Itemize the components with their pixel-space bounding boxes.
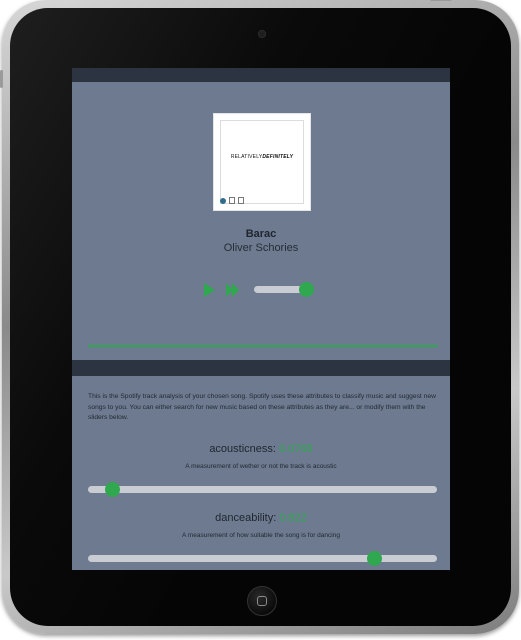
section-bar <box>72 360 450 376</box>
top-button <box>430 0 452 1</box>
album-cover-text: RELATIVELYDEFINITELY <box>214 154 310 160</box>
play-icon[interactable] <box>204 283 215 297</box>
player-controls <box>204 282 324 298</box>
attribute-value: 0.822 <box>279 512 307 524</box>
acousticness-slider-track[interactable] <box>88 486 437 493</box>
analysis-description: This is the Spotify track analysis of yo… <box>88 393 436 421</box>
attribute-title: danceability: 0.822 <box>72 512 450 524</box>
album-cover: RELATIVELYDEFINITELY <box>213 113 311 211</box>
attribute-description: A measurement of wether or not the track… <box>185 463 337 470</box>
attribute-label: acousticness: <box>209 443 276 455</box>
next-icon[interactable] <box>226 283 242 297</box>
camera-icon <box>258 30 266 38</box>
attribute-title: acousticness: 0.0768 <box>72 443 450 455</box>
next-icon-part <box>232 283 239 297</box>
attribute-label: danceability: <box>215 512 277 524</box>
danceability-slider-thumb[interactable] <box>367 551 383 566</box>
label-logo-icon <box>238 197 244 204</box>
album-text-light: RELATIVELY <box>230 154 263 160</box>
top-bar <box>72 68 450 82</box>
track-artist: Oliver Schories <box>223 242 299 254</box>
track-title: Barac <box>245 228 277 240</box>
album-text-bold: DEFINITELY <box>262 154 294 160</box>
home-square-icon <box>257 596 267 606</box>
attribute-value: 0.0768 <box>279 443 313 455</box>
attribute-description: A measurement of how suitable the song i… <box>182 532 340 539</box>
app-screen: RELATIVELYDEFINITELY Barac Oliver Schori… <box>72 68 450 570</box>
home-button[interactable] <box>247 586 277 616</box>
label-logo-icon <box>229 197 235 204</box>
album-cover-border <box>220 120 304 204</box>
side-button <box>0 70 3 88</box>
divider-line <box>88 345 438 347</box>
stage: RELATIVELYDEFINITELY Barac Oliver Schori… <box>0 0 521 640</box>
danceability-slider-track[interactable] <box>88 555 437 562</box>
album-label-logos <box>220 197 244 204</box>
progress-thumb[interactable] <box>299 282 315 297</box>
label-logo-icon <box>220 197 226 204</box>
acousticness-slider-thumb[interactable] <box>104 482 120 497</box>
